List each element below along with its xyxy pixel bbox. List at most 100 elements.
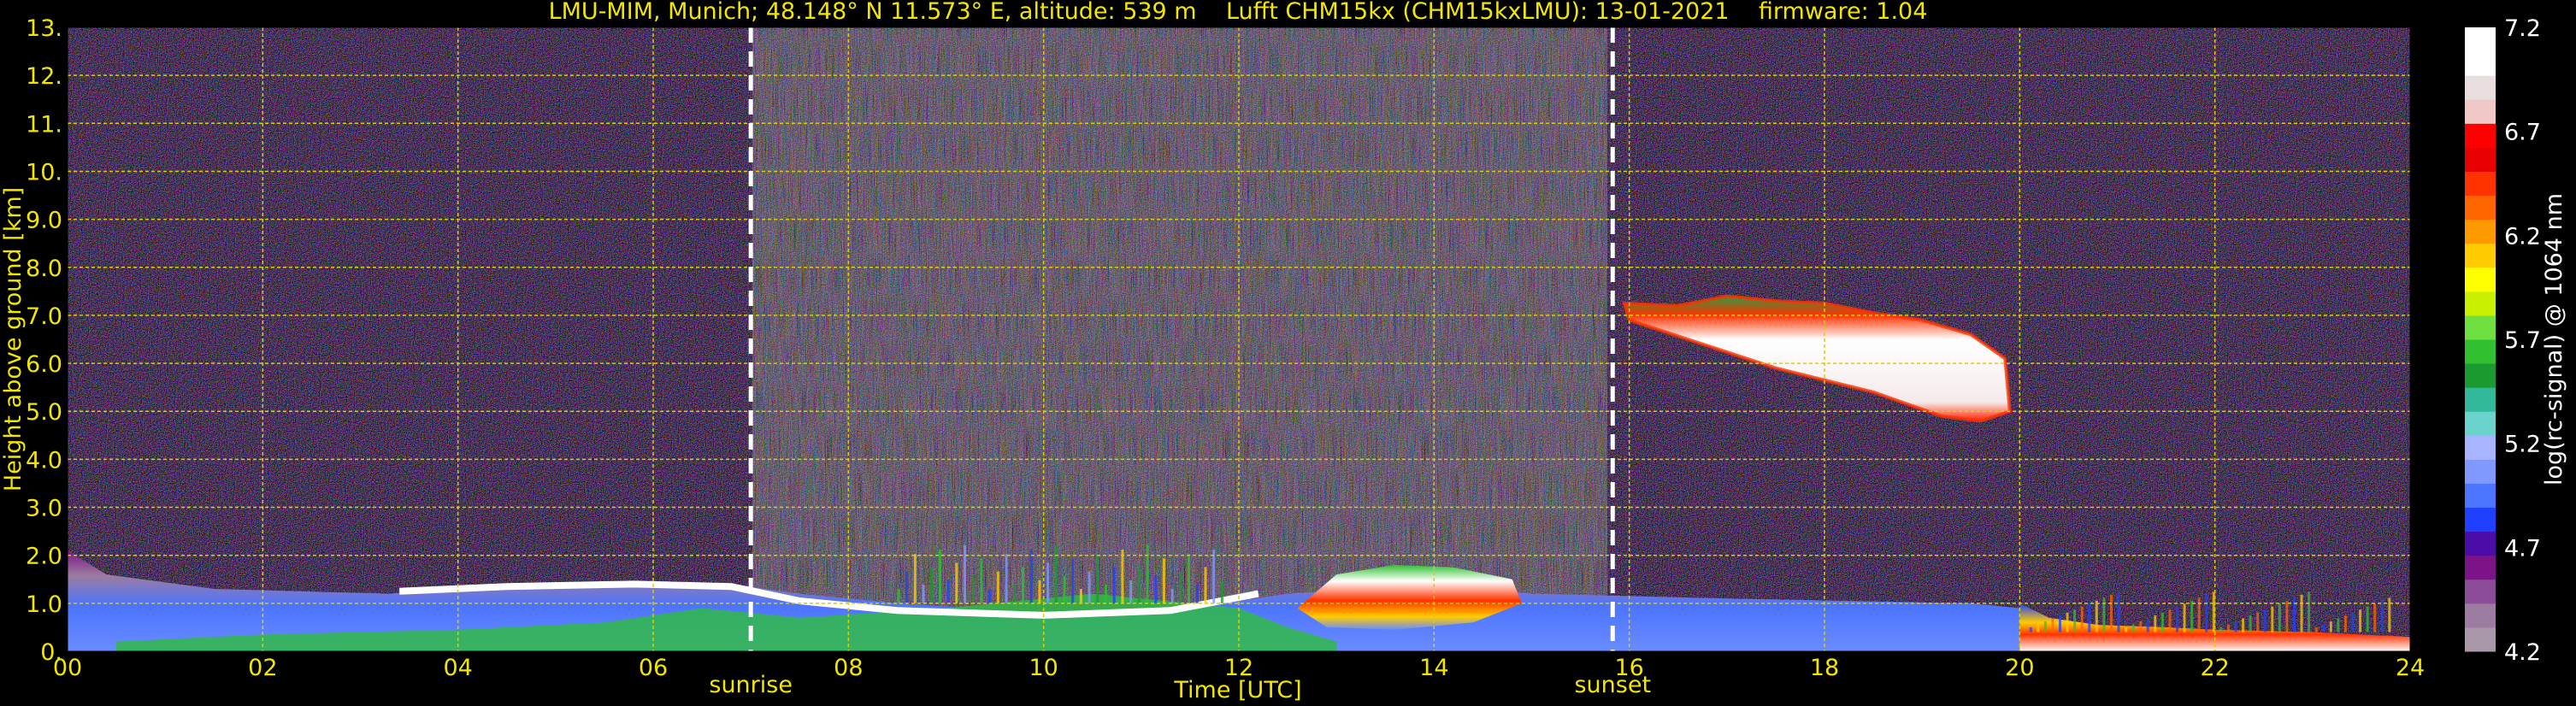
low-cloud-spike [2256, 612, 2260, 632]
aerosol-spike [1204, 567, 1207, 603]
low-cloud-spike [2300, 594, 2303, 632]
colorbar-swatch [2465, 603, 2496, 628]
colorbar-swatch [2465, 555, 2496, 580]
low-cloud-spike [2322, 624, 2325, 632]
aerosol-spike [938, 550, 941, 603]
low-cloud-spike [2131, 624, 2135, 632]
colorbar-swatch [2465, 51, 2496, 76]
colorbar-tick-label: 5.2 [2504, 432, 2541, 458]
colorbar-swatch [2465, 387, 2496, 412]
y-tick-label: 12. [26, 63, 62, 90]
colorbar-swatch [2465, 579, 2496, 604]
colorbar-swatch [2465, 315, 2496, 340]
aerosol-spike [1013, 584, 1017, 603]
x-tick-label: 00 [53, 655, 82, 681]
colorbar-swatch [2465, 435, 2496, 460]
y-tick-label: 9.0 [26, 208, 62, 234]
aerosol-spike [946, 580, 950, 603]
y-tick-label: 11. [26, 111, 62, 138]
low-cloud-spike [2043, 621, 2047, 632]
aerosol-spike [1005, 554, 1008, 603]
low-cloud-spike [2066, 612, 2069, 632]
y-axis-label: Height above ground [km] [0, 187, 27, 491]
aerosol-spike [1046, 562, 1050, 603]
colorbar-swatch [2465, 363, 2496, 388]
low-cloud-spike [2219, 627, 2223, 632]
low-cloud-spike [2314, 627, 2318, 632]
aerosol-spike [1195, 584, 1199, 603]
low-cloud-spike [2190, 600, 2194, 632]
low-cloud-spike [2073, 609, 2077, 632]
low-cloud-spike [2059, 615, 2061, 632]
colorbar-swatch [2465, 171, 2496, 197]
ceilometer-chart: LMU-MIM, Munich; 48.148° N 11.573° E, al… [0, 0, 2567, 703]
colorbar-swatch [2465, 339, 2496, 364]
colorbar-swatch [2465, 195, 2496, 221]
colorbar-swatch [2465, 459, 2496, 484]
low-cloud-spike [2160, 612, 2164, 632]
y-tick-label: 1.0 [26, 591, 62, 618]
aerosol-spike [996, 571, 999, 603]
colorbar-swatch [2465, 291, 2496, 316]
low-cloud-spike [2234, 621, 2237, 632]
y-tick-label: 3.0 [26, 496, 62, 522]
colorbar-label: log(rc-signal) @ 1064 nm [2541, 193, 2567, 485]
low-cloud-spike [2337, 618, 2340, 632]
aerosol-spike [1105, 584, 1108, 603]
colorbar-swatch [2465, 243, 2496, 268]
x-tick-label: 18 [1810, 655, 1839, 681]
aerosol-spike [1096, 554, 1099, 603]
low-cloud-spike [2263, 609, 2267, 632]
aerosol-spike [1112, 567, 1116, 603]
colorbar-tick-label: 6.7 [2504, 120, 2541, 146]
low-cloud-spike [2249, 615, 2252, 632]
low-cloud-spike [2139, 621, 2143, 632]
aerosol-spike [1146, 544, 1149, 603]
aerosol-spike [1054, 544, 1058, 603]
low-cloud-spike [2329, 621, 2332, 632]
x-tick-label: 10 [1029, 655, 1058, 681]
aerosol-spike [988, 589, 992, 603]
colorbar-swatch [2465, 411, 2496, 436]
y-tick-label: 5.0 [26, 399, 62, 426]
y-tick-label: 7.0 [26, 303, 62, 330]
colorbar-swatch [2465, 123, 2496, 148]
aerosol-spike [1029, 550, 1033, 603]
aerosol-spike [913, 554, 917, 603]
aerosol-spike [1170, 589, 1174, 603]
y-tick-label: 4.0 [26, 447, 62, 474]
aerosol-spike [1137, 562, 1141, 603]
low-cloud-spike [2080, 606, 2084, 632]
colorbar-swatch [2465, 531, 2496, 556]
x-tick-label: 14 [1419, 655, 1448, 681]
low-cloud-spike [2037, 624, 2040, 632]
y-tick-label: 8.0 [26, 256, 62, 282]
low-cloud-spike [2278, 603, 2281, 632]
low-cloud-spike [2205, 594, 2208, 632]
y-tick-label: 13. [26, 15, 62, 42]
colorbar-swatch [2465, 483, 2496, 509]
low-cloud-spike [2051, 618, 2054, 632]
y-tick-label: 10. [26, 159, 62, 185]
aerosol-spike [905, 571, 909, 603]
aerosol-spike [897, 589, 900, 603]
low-cloud-spike [2366, 606, 2369, 632]
low-cloud-spike [2168, 609, 2172, 632]
low-cloud-spike [2088, 603, 2091, 632]
sunset-label: sunset [1574, 672, 1651, 698]
aerosol-spike [1088, 571, 1091, 603]
colorbar-swatch [2465, 27, 2496, 52]
aerosol-spike [1188, 554, 1191, 603]
colorbar: 7.2 6.7 6.2 5.7 5.2 4.7 4.2 [2465, 15, 2541, 666]
low-cloud-spike [2380, 600, 2384, 632]
aerosol-spike [1071, 558, 1075, 603]
colorbar-swatch [2465, 75, 2496, 100]
low-cloud-spike [2308, 591, 2311, 632]
aerosol-spike [1129, 580, 1133, 603]
x-tick-label: 02 [248, 655, 277, 681]
low-cloud-spike [2183, 603, 2186, 632]
aerosol-spike [1162, 558, 1165, 603]
colorbar-swatch [2465, 627, 2496, 652]
x-axis-label: Time [UTC] [1173, 677, 1301, 703]
low-cloud-spike [2146, 618, 2149, 632]
